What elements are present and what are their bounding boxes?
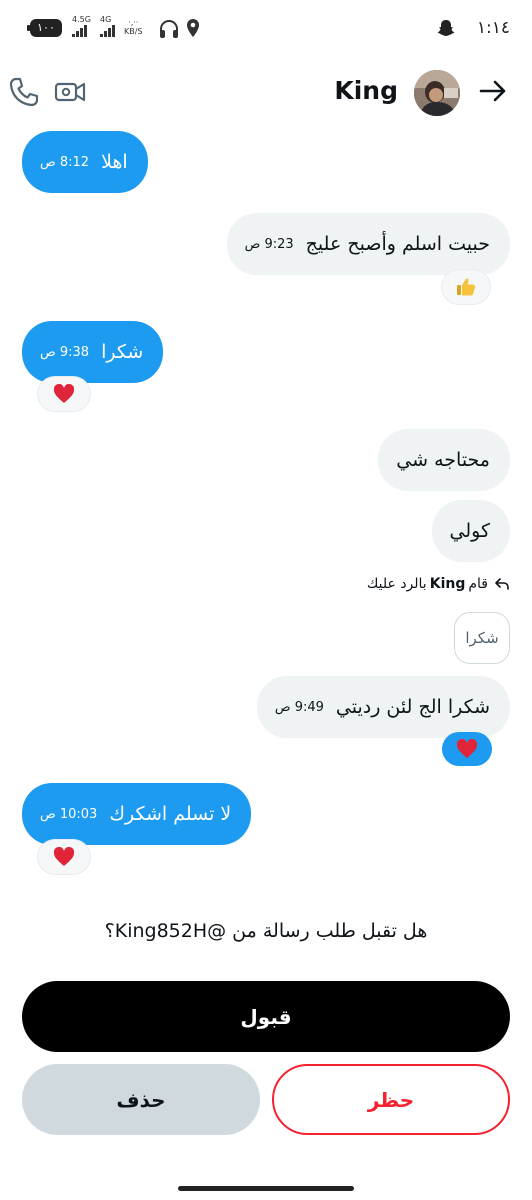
message-time: 9:49 ص <box>274 699 324 715</box>
reply-arrow-icon <box>495 578 509 590</box>
delete-label: حذف <box>116 1087 166 1112</box>
message-bubble-incoming[interactable]: شكرا 9:38 ص <box>22 321 164 383</box>
signal-1-label: 4.5G <box>72 15 91 24</box>
message-text: اهلا <box>101 151 128 173</box>
avatar[interactable] <box>414 70 460 116</box>
battery-indicator: ١٠٠ <box>27 19 62 37</box>
thumbs-up-icon <box>457 278 476 296</box>
message-bubble-outgoing[interactable]: حبيت اسلم وأصبح عليج 9:23 ص <box>226 213 510 275</box>
accept-label: قبول <box>240 1004 292 1029</box>
message-bubble-outgoing[interactable]: محتاجه شي <box>378 429 510 491</box>
block-button[interactable]: حظر <box>272 1064 510 1135</box>
reply-indicator: قام King بالرد عليك <box>367 576 510 592</box>
heart-icon <box>456 739 478 758</box>
signal-1-icon: 4.5G <box>72 16 91 37</box>
message-time: 9:23 ص <box>244 236 294 252</box>
network-speed-value: ·,·· <box>128 18 139 27</box>
phone-call-icon[interactable] <box>8 76 38 108</box>
quoted-message[interactable]: شكرا <box>454 612 510 664</box>
message-text: شكرا الج لئن رديتي <box>335 696 490 718</box>
message-text: محتاجه شي <box>396 449 490 471</box>
avatar-photo <box>414 70 460 116</box>
reply-prefix: قام <box>468 576 488 592</box>
reaction-thumbs-up[interactable] <box>442 270 490 304</box>
network-speed-unit: KB/S <box>124 27 143 36</box>
signal-2-label: 4G <box>100 15 112 24</box>
quoted-text: شكرا <box>465 629 499 647</box>
message-bubble-outgoing[interactable]: كولي <box>431 500 510 562</box>
reaction-heart-selected[interactable] <box>442 732 492 766</box>
reaction-heart[interactable] <box>38 840 90 874</box>
status-bar: ١٠٠ 4.5G 4G ·,·· KB/S ١:١٤ <box>0 0 532 58</box>
message-bubble-incoming[interactable]: اهلا 8:12 ص <box>22 131 148 193</box>
contact-name[interactable]: King <box>334 76 398 105</box>
message-text: حبيت اسلم وأصبح عليج <box>305 233 490 255</box>
location-icon <box>187 19 199 37</box>
reply-suffix: بالرد عليك <box>366 576 427 592</box>
back-arrow-icon[interactable] <box>478 76 508 106</box>
message-time: 8:12 ص <box>40 154 90 170</box>
message-time: 10:03 ص <box>40 806 98 822</box>
network-speed: ·,·· KB/S <box>124 18 143 36</box>
message-request-question: هل تقبل طلب رسالة من @King852H؟ <box>104 920 428 942</box>
message-time: 9:38 ص <box>40 344 90 360</box>
message-text: لا تسلم اشكرك <box>109 803 232 825</box>
accept-button[interactable]: قبول <box>22 981 510 1052</box>
home-indicator[interactable] <box>178 1186 354 1191</box>
reply-name: King <box>429 576 466 592</box>
heart-icon <box>53 847 75 866</box>
reaction-heart[interactable] <box>38 377 90 411</box>
snapchat-icon <box>437 20 455 36</box>
clock: ١:١٤ <box>476 18 510 38</box>
message-text: شكرا <box>101 341 144 363</box>
conversation-header: King <box>0 58 532 130</box>
block-label: حظر <box>367 1087 415 1112</box>
signal-2-icon: 4G <box>100 16 115 37</box>
delete-button[interactable]: حذف <box>22 1064 260 1135</box>
heart-icon <box>53 384 75 403</box>
battery-level: ١٠٠ <box>37 21 55 34</box>
message-text: كولي <box>449 520 491 542</box>
headphones-icon <box>160 20 178 38</box>
video-call-icon[interactable] <box>54 78 86 106</box>
message-bubble-outgoing[interactable]: شكرا الج لئن رديتي 9:49 ص <box>256 676 510 738</box>
message-bubble-incoming[interactable]: لا تسلم اشكرك 10:03 ص <box>22 783 252 845</box>
